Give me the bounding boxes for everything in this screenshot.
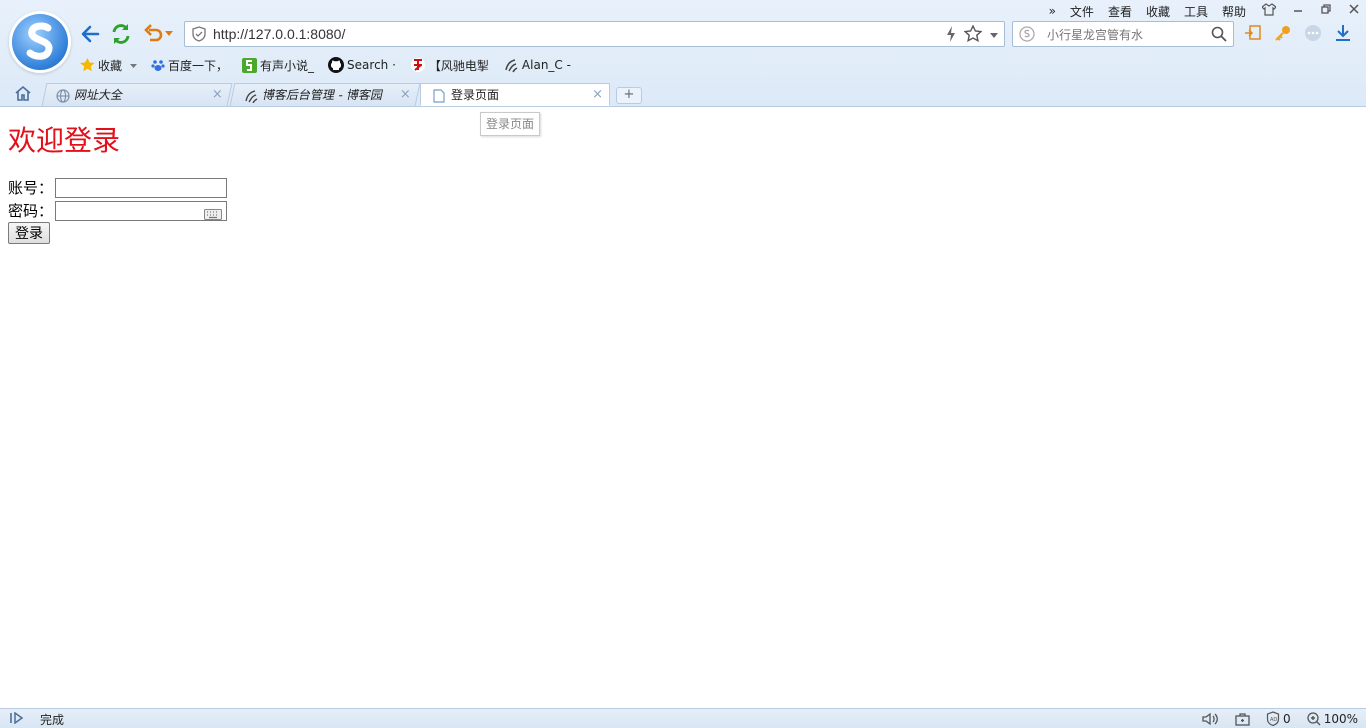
more-options-icon[interactable]	[1304, 24, 1322, 42]
status-text: 完成	[40, 713, 65, 727]
svg-text:AD: AD	[1270, 717, 1277, 723]
tab-blog-admin[interactable]: 博客后台管理 - 博客园 ×	[229, 83, 421, 106]
bookmark-audio-novel[interactable]: 有声小说_	[242, 57, 314, 74]
address-dropdown-icon[interactable]	[990, 28, 998, 42]
sidebar-expand-icon[interactable]	[10, 711, 24, 727]
undo-close-button[interactable]	[140, 22, 176, 46]
account-row: 账号：	[8, 177, 228, 198]
minimize-icon[interactable]	[1292, 3, 1304, 19]
refresh-icon	[112, 24, 130, 44]
close-tab-icon[interactable]: ×	[400, 84, 411, 106]
search-icon[interactable]	[1211, 26, 1227, 45]
login-button[interactable]: 登录	[8, 222, 50, 244]
tab-label: 网址大全	[73, 88, 125, 102]
tab-label: 登录页面	[451, 88, 500, 102]
github-icon	[328, 57, 345, 73]
password-label: 密码：	[8, 202, 54, 220]
tab-label: 博客后台管理 - 博客园	[261, 88, 385, 102]
security-shield-icon	[192, 26, 206, 45]
new-tab-button[interactable]: +	[616, 87, 642, 104]
chevron-down-icon	[165, 31, 173, 36]
key-icon[interactable]	[1274, 24, 1292, 42]
favorite-star-icon[interactable]	[963, 24, 983, 45]
toolbar-tools	[1244, 24, 1364, 42]
home-icon[interactable]	[14, 85, 32, 104]
sogou-search-icon	[1019, 26, 1035, 45]
menu-more[interactable]: »	[1049, 4, 1056, 18]
close-tab-icon[interactable]: ×	[212, 84, 223, 106]
undo-icon	[144, 24, 163, 42]
status-bar: 完成 AD 0 100%	[0, 708, 1366, 728]
bookmarks-bar: 收藏 百度一下， 有声小说_ Search · 【风驰电掣 Alan_C -	[80, 56, 585, 74]
adblock-count: 0	[1283, 711, 1291, 726]
password-input[interactable]	[55, 200, 228, 221]
close-window-icon[interactable]	[1348, 3, 1360, 19]
toolbox-icon[interactable]	[1235, 712, 1250, 726]
bookmark-alan[interactable]: Alan_C -	[503, 58, 571, 73]
bookmark-fengchi[interactable]: 【风驰电掣	[410, 57, 489, 74]
site-icon	[410, 57, 426, 73]
menu-view[interactable]: 查看	[1108, 3, 1132, 20]
account-label: 账号：	[8, 179, 54, 197]
star-icon	[80, 58, 95, 72]
bookmark-favorites[interactable]: 收藏	[80, 57, 138, 74]
sidebar-toggle-icon[interactable]	[1244, 24, 1262, 42]
password-wrapper	[53, 200, 228, 224]
bookmark-baidu[interactable]: 百度一下，	[151, 57, 228, 74]
menu-favorites[interactable]: 收藏	[1146, 3, 1170, 20]
shield-icon: AD	[1266, 711, 1280, 726]
tab-login-page[interactable]: 登录页面 ×	[420, 83, 610, 106]
download-icon[interactable]	[1334, 24, 1352, 42]
browser-logo[interactable]	[12, 14, 68, 70]
refresh-button[interactable]	[108, 22, 134, 46]
tab-strip: 网址大全 × 博客后台管理 - 博客园 × 登录页面 × +	[0, 80, 1366, 106]
menu-help[interactable]: 帮助	[1222, 3, 1246, 20]
page-content: 欢迎登录 账号： 密码： 登录	[0, 107, 1366, 707]
back-arrow-icon	[81, 25, 100, 43]
zoom-icon	[1307, 711, 1321, 725]
zoom-control[interactable]: 100%	[1307, 712, 1358, 726]
browser-chrome: » 文件 查看 收藏 工具 帮助 http://127.0.0.1:8080/ …	[0, 0, 1366, 107]
search-input[interactable]	[1045, 25, 1209, 45]
bookmark-github-search[interactable]: Search ·	[328, 57, 396, 73]
restore-icon[interactable]	[1320, 3, 1332, 19]
password-row: 密码：	[8, 200, 228, 224]
page-title: 欢迎登录	[8, 124, 121, 157]
close-tab-icon[interactable]: ×	[592, 84, 603, 106]
speed-mode-icon[interactable]	[946, 25, 956, 45]
baidu-icon	[151, 58, 165, 72]
adblock-indicator[interactable]: AD 0	[1266, 711, 1291, 726]
account-input[interactable]	[55, 177, 228, 198]
url-text[interactable]: http://127.0.0.1:8080/	[213, 26, 345, 42]
menu-file[interactable]: 文件	[1070, 3, 1094, 20]
menu-bar: » 文件 查看 收藏 工具 帮助	[1035, 2, 1360, 20]
audio-novel-icon	[242, 57, 258, 73]
address-bar[interactable]: http://127.0.0.1:8080/	[184, 21, 1005, 47]
zoom-level: 100%	[1323, 711, 1358, 726]
menu-tools[interactable]: 工具	[1184, 3, 1208, 20]
back-button[interactable]	[78, 22, 102, 46]
search-box[interactable]	[1012, 21, 1234, 47]
skin-icon[interactable]	[1261, 2, 1277, 20]
volume-icon[interactable]	[1202, 712, 1219, 726]
tab-url-directory[interactable]: 网址大全 ×	[41, 83, 233, 106]
cnblogs-icon	[503, 58, 519, 73]
chevron-down-icon[interactable]	[130, 58, 138, 72]
keyboard-icon[interactable]	[204, 206, 223, 224]
